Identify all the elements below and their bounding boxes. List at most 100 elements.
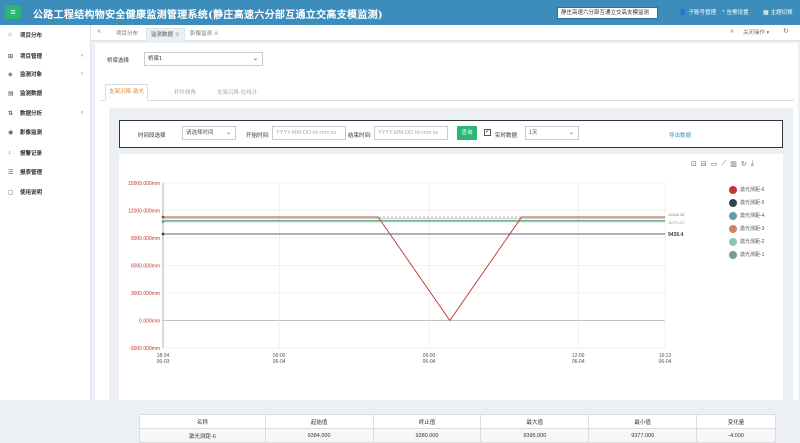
line-chart-icon[interactable]: ⟋: [721, 160, 726, 168]
bar-chart-icon[interactable]: ▥: [730, 160, 737, 168]
check-icon: ✓: [485, 129, 491, 135]
legend-dot-icon: [729, 211, 737, 220]
x-tick-label: 06-04: [273, 359, 286, 365]
sidebar-item-monitor-object[interactable]: ◈ 监测对象 ‹: [0, 66, 91, 82]
legend-item[interactable]: 激光测距-5: [729, 196, 764, 209]
query-button[interactable]: 查询: [457, 126, 477, 140]
page-tabbar: « 项目分布 监测数据 ⊗ 影像监测 ⊗ » 关闭操作 ▾ ↻: [91, 25, 800, 41]
table-row: 激光测距-6 9384.000 9380.000 9395.000 9377.0…: [139, 428, 776, 443]
start-time-input[interactable]: YYYY-MM-DD hh:mm:ss: [272, 126, 346, 140]
alarm-settings-link[interactable]: ◔ 告警设置: [721, 8, 749, 16]
table-header: 起始值: [264, 414, 374, 429]
sidebar: ⌂ 项目分布 ⊞ 项目管理 ‹ ◈ 监测对象 ‹ ▤ 监测数据 ⇅ 数据分析 ‹ ◉ 影像监测 ♪…: [0, 25, 91, 400]
sidebar-item-project-distribution[interactable]: ⌂ 项目分布: [0, 27, 91, 43]
data-view-icon[interactable]: ▭: [711, 160, 718, 168]
sidebar-item-alarm-records[interactable]: ♪ 报警记录: [0, 145, 91, 161]
export-data-link[interactable]: 导出数据: [669, 131, 691, 139]
end-time-label: 结束时间:: [348, 133, 372, 139]
double-right-icon[interactable]: »: [730, 28, 734, 35]
sidebar-item-project-management[interactable]: ⊞ 项目管理 ‹: [0, 48, 91, 64]
tab-rod-inclination[interactable]: 杆件倾角: [174, 88, 196, 96]
end-time-input[interactable]: YYYY-MM-DD hh:mm:ss: [374, 126, 448, 140]
zoom-reset-icon[interactable]: ⊟: [701, 160, 707, 168]
realtime-label: 实时数据: [495, 133, 518, 139]
sidebar-item-image-monitor[interactable]: ◉ 影像监测: [0, 124, 91, 140]
legend-dot-icon: [729, 185, 737, 194]
user-icon: 👤: [679, 9, 687, 16]
close-icon[interactable]: ⊗: [214, 31, 219, 37]
chevron-down-icon: ⌄: [568, 130, 574, 136]
tab-wire-settlement[interactable]: 支架沉降-拉线计: [217, 88, 257, 96]
sidebar-item-data-analysis[interactable]: ⇅ 数据分析 ‹: [0, 105, 91, 121]
table-header: 变化量: [696, 414, 776, 429]
legend-item[interactable]: 激光测距-2: [729, 235, 764, 248]
close-icon[interactable]: ⊗: [175, 32, 180, 38]
sidebar-item-instructions[interactable]: ▢ 使用说明: [0, 184, 91, 200]
table-cell: 9377.000: [588, 428, 698, 443]
project-select[interactable]: 静庄高速六分部互通立交高支模监测: [557, 7, 658, 19]
grid-icon: ▦: [763, 9, 769, 16]
zoom-icon[interactable]: ⊡: [691, 160, 697, 168]
legend-item[interactable]: 激光测距-3: [729, 222, 764, 235]
period-select[interactable]: 请选择时间 ⌄: [182, 126, 236, 140]
download-icon[interactable]: ⤓: [751, 160, 754, 168]
markline-start-dot: [161, 232, 165, 236]
y-tick-label: 15000.000mm: [128, 181, 160, 187]
range-select[interactable]: 1天 ⌄: [525, 126, 579, 140]
legend-label: 激光测距-2: [740, 239, 765, 245]
top-header: ≡ 公路工程结构物安全健康监测管理系统(静庄高速六分部互通立交高支模监测) 静庄…: [0, 0, 800, 25]
legend-dot-icon: [729, 224, 737, 233]
table-cell: 激光测距-6: [139, 428, 266, 443]
doc-icon: ▢: [8, 189, 14, 196]
bridge-select[interactable]: 桥梁1 ⌄: [144, 52, 263, 66]
legend-item[interactable]: 激光测距-1: [729, 248, 764, 261]
legend-label: 激光测距-1: [740, 252, 765, 258]
analysis-icon: ⇅: [8, 110, 14, 117]
markline-label: 11286.36: [668, 212, 685, 217]
legend-item[interactable]: 激光测距-4: [729, 209, 764, 222]
y-tick-label: 0.000mm: [139, 319, 160, 325]
sub-tabs: 支架沉降-激光 杆件倾角 支架沉降-拉线计: [100, 84, 794, 101]
refresh-icon[interactable]: ↻: [783, 27, 789, 35]
realtime-checkbox[interactable]: ✓: [484, 129, 491, 136]
tab-laser-settlement[interactable]: 支架沉降-激光: [105, 84, 148, 101]
markline-start-dot: [161, 215, 165, 219]
y-tick-label: 12000.000mm: [128, 209, 160, 215]
chevron-down-icon: ⌄: [225, 130, 231, 136]
legend-item[interactable]: 激光测距-6: [729, 183, 764, 196]
sidebar-item-report-management[interactable]: ☰ 报表管理: [0, 164, 91, 180]
tab-project-distribution[interactable]: 项目分布: [112, 28, 142, 41]
close-operations-dropdown[interactable]: 关闭操作 ▾: [743, 28, 769, 36]
line-chart: 15000.000mm 12000.000mm 9000.000mm 6000.000…: [128, 181, 685, 365]
table-header: 最大值: [480, 414, 590, 429]
bell-icon: ♪: [8, 150, 11, 156]
chevron-left-icon: ‹: [81, 71, 83, 77]
table-header: 名称: [139, 414, 266, 429]
sub-account-link[interactable]: 👤 子账号管理: [679, 8, 716, 17]
restore-icon[interactable]: ↻: [741, 160, 747, 168]
y-tick-label: 9000.000mm: [131, 236, 160, 242]
data-panel: 时间段选择 请选择时间 ⌄ 开始时间: YYYY-MM-DD hh:mm:ss 结…: [109, 108, 793, 443]
hamburger-icon: ≡: [10, 6, 16, 17]
pie-icon: ◔: [721, 9, 725, 15]
tab-monitor-data[interactable]: 监测数据 ⊗: [146, 28, 185, 41]
markline-start-dot: [161, 220, 165, 224]
double-left-icon[interactable]: «: [97, 28, 101, 35]
chart-icon: ▤: [8, 90, 14, 97]
y-tick-label: -3000.000mm: [129, 346, 160, 352]
sidebar-item-monitor-data[interactable]: ▤ 监测数据: [0, 85, 91, 101]
legend-dot-icon: [729, 198, 737, 207]
legend-label: 激光测距-5: [740, 200, 765, 206]
table-cell: -4.000: [696, 428, 776, 443]
chevron-down-icon: ⌄: [252, 56, 258, 62]
theme-switch-link[interactable]: ▦ 主题切换: [763, 8, 793, 17]
y-tick-label: 6000.000mm: [131, 264, 160, 270]
tab-image-monitor[interactable]: 影像监测 ⊗: [186, 28, 223, 41]
start-time-label: 开始时间:: [246, 133, 270, 139]
markline-label: 9436.4: [668, 232, 684, 238]
bridge-select-label: 桥梁选择: [107, 58, 130, 64]
table-cell: 9380.000: [372, 428, 482, 443]
chart-legend: 激光测距-6 激光测距-5 激光测距-4 激光测距-3 激光测距-2 激光测距-1: [729, 183, 764, 261]
chevron-left-icon: ‹: [81, 110, 83, 116]
menu-toggle-button[interactable]: ≡: [5, 5, 21, 19]
